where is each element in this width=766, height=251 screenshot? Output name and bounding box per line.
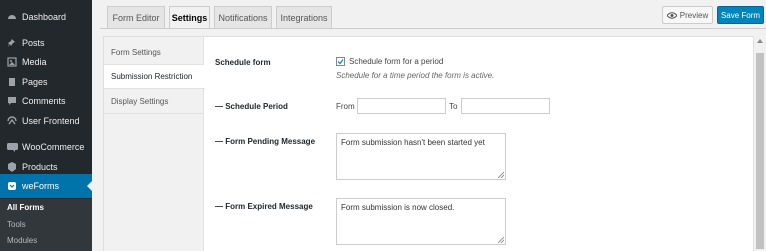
settings-nav-submission-restriction[interactable]: Submission Restriction <box>104 65 205 89</box>
pending-message-text: Form submission hasn't been started yet <box>341 138 485 147</box>
expired-message-textarea[interactable]: Form submission is now closed. <box>336 198 506 245</box>
tabs-divider <box>100 28 766 29</box>
tab-form-editor[interactable]: Form Editor <box>107 6 165 28</box>
preview-button-label: Preview <box>679 10 709 20</box>
resize-grip-icon[interactable] <box>498 172 504 178</box>
schedule-form-label: Schedule form <box>215 58 271 67</box>
user-frontend-icon <box>2 116 22 126</box>
comments-icon <box>2 96 22 106</box>
scroll-thumb[interactable] <box>756 53 764 249</box>
submenu-modules[interactable]: Modules <box>7 236 37 245</box>
settings-nav-form-settings[interactable]: Form Settings <box>104 41 204 65</box>
menu-item-dashboard[interactable]: Dashboard <box>0 5 92 29</box>
menu-item-user-frontend[interactable]: User Frontend <box>0 109 92 133</box>
menu-item-weforms[interactable]: weForms <box>0 174 92 198</box>
tab-settings[interactable]: Settings <box>169 6 210 29</box>
pending-message-textarea[interactable]: Form submission hasn't been started yet <box>336 133 506 180</box>
dashboard-icon <box>2 12 22 22</box>
preview-button[interactable]: Preview <box>662 6 713 24</box>
schedule-form-checkbox[interactable] <box>336 57 345 66</box>
checkmark-icon <box>337 59 344 65</box>
schedule-checkbox-label: Schedule form for a period <box>349 57 444 66</box>
expired-message-label: — Form Expired Message <box>215 202 313 211</box>
save-form-button[interactable]: Save Form <box>717 6 764 24</box>
vertical-scrollbar[interactable] <box>753 36 766 251</box>
from-label: From <box>336 102 355 111</box>
schedule-to-input[interactable] <box>461 98 550 114</box>
eye-icon <box>666 11 677 19</box>
woocommerce-icon <box>2 142 22 152</box>
submenu-tools[interactable]: Tools <box>7 220 26 229</box>
submenu-all-forms[interactable]: All Forms <box>7 203 44 212</box>
tab-notifications[interactable]: Notifications <box>214 6 272 28</box>
products-icon <box>2 162 22 172</box>
media-icon <box>2 57 22 67</box>
pin-icon <box>2 38 22 48</box>
pages-icon <box>2 77 22 87</box>
admin-sidebar: Dashboard Posts Media Pages Comments Use… <box>0 0 92 251</box>
expired-message-text: Form submission is now closed. <box>341 203 455 212</box>
settings-nav-display-settings[interactable]: Display Settings <box>104 90 204 114</box>
settings-panel: Form Settings Submission Restriction Dis… <box>103 36 766 251</box>
tab-integrations[interactable]: Integrations <box>276 6 332 28</box>
to-label: To <box>449 102 458 111</box>
schedule-from-input[interactable] <box>357 98 446 114</box>
pending-message-label: — Form Pending Message <box>215 137 316 146</box>
schedule-help-text: Schedule for a time period the form is a… <box>336 71 495 80</box>
weforms-icon <box>2 181 22 191</box>
settings-sidebar: Form Settings Submission Restriction Dis… <box>104 37 205 251</box>
schedule-period-label: — Schedule Period <box>215 102 288 111</box>
scroll-up-arrow-icon[interactable] <box>757 39 763 43</box>
weforms-submenu: All Forms Tools Modules <box>0 199 92 251</box>
resize-grip-icon[interactable] <box>498 237 504 243</box>
